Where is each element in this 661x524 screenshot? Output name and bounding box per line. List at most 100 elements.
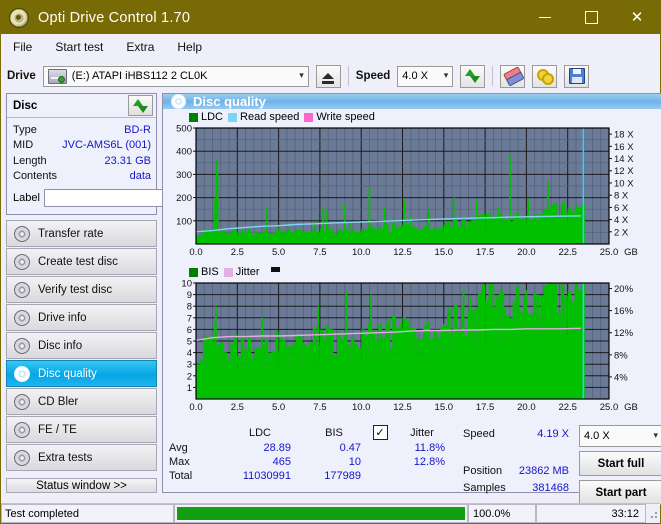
save-button[interactable]	[564, 64, 590, 88]
svg-text:4 X: 4 X	[614, 215, 629, 226]
stats-header-bis: BIS	[325, 426, 343, 439]
chart-ldc-svg: 1002003004005002 X4 X6 X8 X10 X12 X14 X1…	[176, 124, 638, 258]
chart-bis-svg: 12345678910 4% 8% 12% 16% 20% 0.0 2.5 5.0 7.5 10.0…	[181, 279, 637, 413]
disc-icon	[171, 94, 186, 109]
disc-row-key: Contents	[13, 170, 58, 183]
svg-text:20.0: 20.0	[517, 247, 536, 258]
legend-swatch	[304, 112, 314, 122]
eraser-icon	[503, 66, 525, 87]
start-part-button[interactable]: Start part	[579, 480, 661, 505]
stats-max-jitter: 12.8%	[413, 456, 445, 468]
minimize-icon	[539, 16, 551, 19]
readout-label: Position	[463, 464, 503, 477]
sidebar-item-label: Extra tests	[38, 451, 93, 464]
disc-panel-header: Disc	[7, 94, 156, 118]
sidebar-item-disc-quality[interactable]: Disc quality	[6, 360, 157, 387]
eject-button[interactable]	[315, 64, 341, 88]
disc-icon	[14, 421, 30, 438]
jitter-checkbox[interactable]: ✓	[369, 425, 391, 440]
status-window-button[interactable]: Status window >>	[6, 478, 157, 493]
disc-label-key: Label	[13, 192, 40, 204]
toolbar-divider-2	[492, 66, 494, 86]
disc-icon	[14, 281, 30, 298]
menu-item-file[interactable]: File	[12, 38, 33, 56]
svg-text:7: 7	[187, 313, 192, 324]
svg-text:4: 4	[187, 348, 192, 359]
svg-text:17.5: 17.5	[476, 247, 495, 258]
svg-text:20%: 20%	[614, 284, 634, 295]
sidebar-item-label: Verify test disc	[38, 283, 113, 296]
sidebar-item-create-test-disc[interactable]: Create test disc	[6, 248, 157, 275]
svg-text:10.0: 10.0	[352, 247, 371, 258]
disc-icon	[14, 365, 30, 382]
refresh-button[interactable]	[460, 64, 486, 88]
sidebar-item-transfer-rate[interactable]: Transfer rate	[6, 220, 157, 247]
disc-properties: Type BD-R MID JVC-AMS6L (001) Length 23.…	[7, 118, 248, 214]
legend-top-chart: LDC Read speed Write speed	[163, 109, 661, 124]
maximize-icon	[584, 11, 598, 24]
sidebar-item-label: FE / TE	[38, 423, 77, 436]
menu-item-help[interactable]: Help	[176, 38, 203, 56]
checkbox-checked-icon: ✓	[372, 425, 388, 440]
sidebar-item-fe-te[interactable]: FE / TE	[6, 416, 157, 443]
legend-label: LDC	[201, 111, 224, 123]
stats-row-key-avg: Avg	[169, 442, 188, 454]
svg-text:12%: 12%	[614, 328, 634, 339]
svg-text:500: 500	[176, 124, 192, 135]
svg-text:9: 9	[187, 290, 192, 301]
keys-button[interactable]	[532, 64, 558, 88]
disc-icon	[14, 393, 30, 410]
svg-text:2: 2	[187, 371, 192, 382]
test-speed-select[interactable]: 4.0 X ▾	[579, 425, 661, 447]
eject-icon	[322, 73, 335, 84]
readout-position: Position 23862 MB	[463, 462, 573, 479]
readout-value: 23862 MB	[518, 464, 569, 477]
sidebar-item-drive-info[interactable]: Drive info	[6, 304, 157, 331]
menu-item-extra[interactable]: Extra	[125, 38, 155, 56]
stats-avg-bis: 0.47	[339, 442, 361, 454]
svg-text:18 X: 18 X	[614, 130, 634, 141]
svg-text:100: 100	[176, 216, 192, 227]
window-title: Opti Drive Control 1.70	[38, 9, 191, 26]
svg-text:300: 300	[176, 170, 192, 181]
drive-toolbar: Drive (E:) ATAPI iHBS112 2 CL0K ▾ Speed …	[1, 59, 660, 93]
svg-text:15.0: 15.0	[435, 402, 454, 413]
svg-text:7.5: 7.5	[313, 402, 326, 413]
sidebar-item-extra-tests[interactable]: Extra tests	[6, 444, 157, 471]
stats-total-ldc: 11030991	[242, 470, 291, 482]
svg-text:400: 400	[176, 147, 192, 158]
menu-item-start-test[interactable]: Start test	[54, 38, 104, 56]
close-button[interactable]: ✕	[614, 1, 660, 34]
svg-text:2 X: 2 X	[614, 227, 629, 238]
speed-select[interactable]: 4.0 X ▾	[397, 65, 454, 87]
legend-item-bis: BIS	[189, 266, 219, 278]
sidebar-item-disc-info[interactable]: Disc info	[6, 332, 157, 359]
disc-info-panel: Disc Type BD-R MID JVC-AMS6L (001) Lengt…	[6, 93, 248, 215]
svg-text:16%: 16%	[614, 306, 634, 317]
stats-avg-ldc: 28.89	[263, 442, 291, 454]
readout-label: Speed	[463, 427, 495, 440]
resize-grip-icon[interactable]	[646, 507, 660, 521]
readout-value: 4.19 X	[537, 427, 569, 440]
window-controls: ✕	[522, 1, 660, 34]
svg-text:8: 8	[187, 302, 192, 313]
start-full-button[interactable]: Start full	[579, 451, 661, 476]
svg-text:0.0: 0.0	[189, 402, 202, 413]
disc-row-mid: MID JVC-AMS6L (001)	[13, 138, 151, 154]
svg-text:5.0: 5.0	[272, 402, 285, 413]
status-message: Test completed	[1, 504, 174, 523]
sidebar-item-cd-bler[interactable]: CD Bler	[6, 388, 157, 415]
sidebar-item-verify-test-disc[interactable]: Verify test disc	[6, 276, 157, 303]
minimize-button[interactable]	[522, 1, 568, 34]
drive-select[interactable]: (E:) ATAPI iHBS112 2 CL0K ▾	[42, 65, 309, 87]
sidebar-item-label: Disc quality	[38, 367, 97, 380]
svg-text:25.0: 25.0	[600, 402, 619, 413]
maximize-button[interactable]	[568, 1, 614, 34]
svg-text:1: 1	[187, 383, 192, 394]
erase-button[interactable]	[500, 64, 526, 88]
chevron-down-icon: ▾	[653, 431, 658, 441]
stats-max-ldc: 465	[272, 456, 291, 468]
disc-refresh-button[interactable]	[128, 95, 153, 116]
svg-text:7.5: 7.5	[313, 247, 326, 258]
svg-text:10.0: 10.0	[352, 402, 371, 413]
